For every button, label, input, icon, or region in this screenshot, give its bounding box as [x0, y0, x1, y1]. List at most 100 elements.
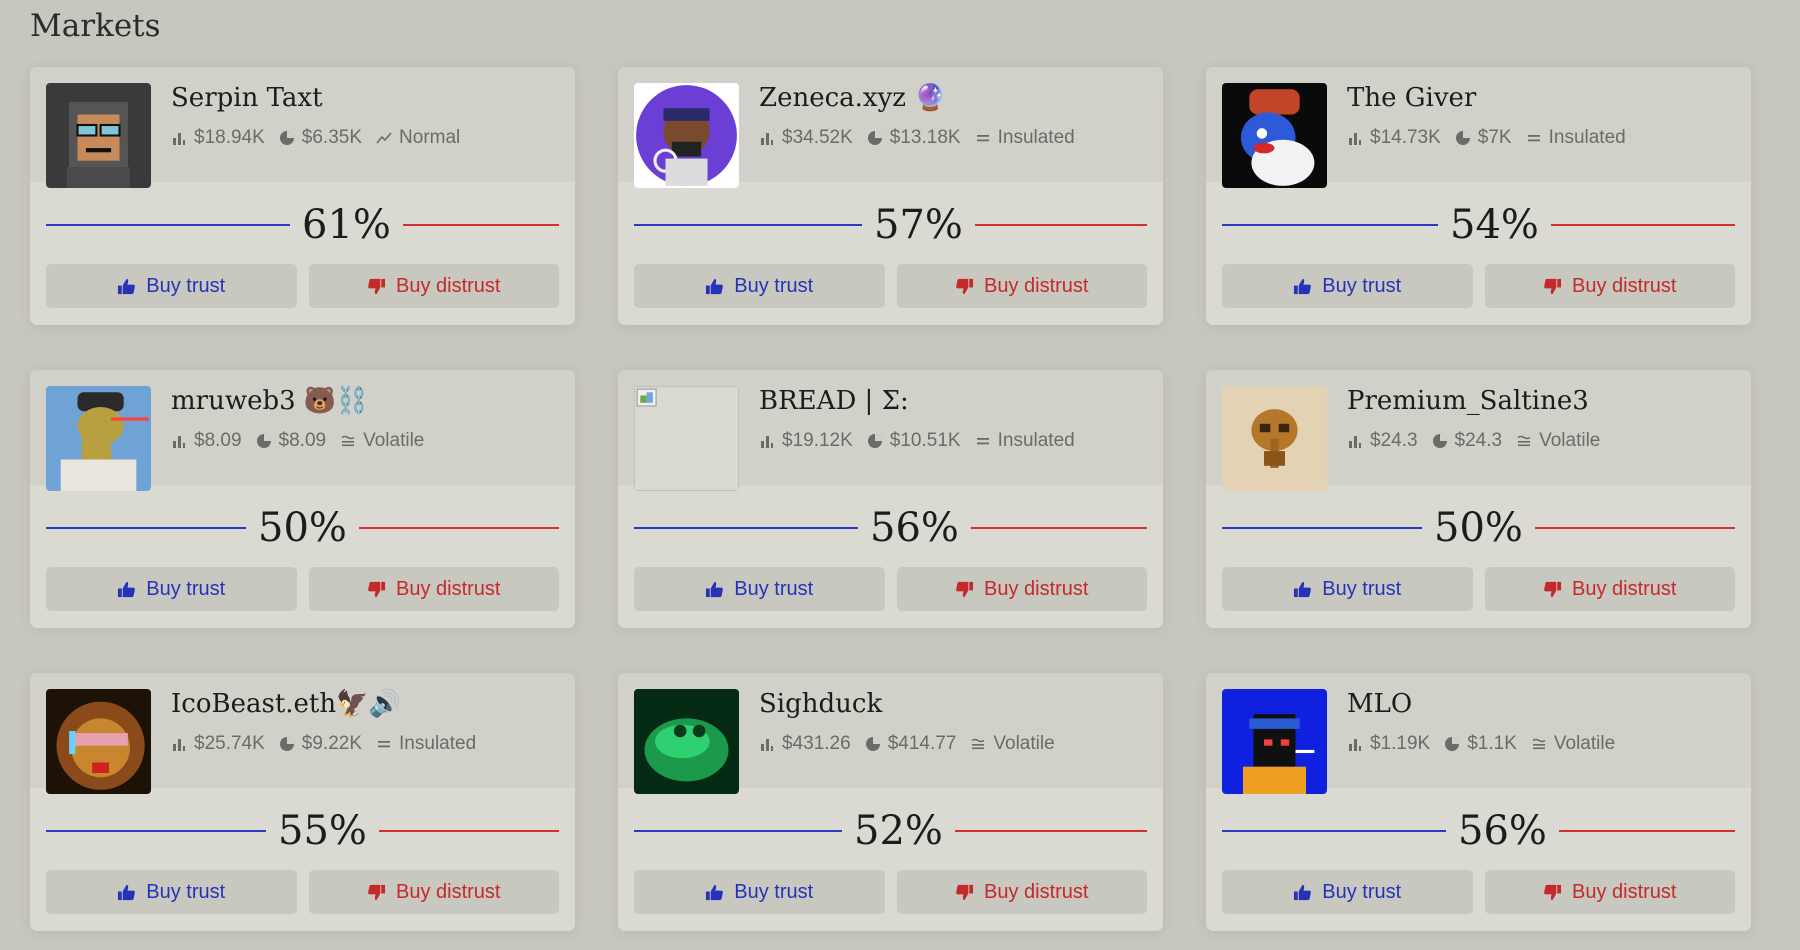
- volume-stat: $8.09: [171, 430, 242, 452]
- trust-percentage: 61%: [302, 202, 391, 248]
- buy-trust-button[interactable]: Buy trust: [46, 870, 297, 914]
- buy-trust-button[interactable]: Buy trust: [1222, 567, 1473, 611]
- market-card[interactable]: Serpin Taxt $18.94K $6.35K Normal 61% Bu…: [30, 67, 575, 325]
- market-card[interactable]: Sighduck $431.26 $414.77 Volatile 52% Bu…: [618, 673, 1163, 931]
- buy-trust-button[interactable]: Buy trust: [46, 264, 297, 308]
- trust-percentage: 56%: [1458, 808, 1547, 854]
- bar-chart-icon: [173, 739, 185, 751]
- buy-distrust-label: Buy distrust: [1572, 577, 1677, 600]
- market-card[interactable]: Zeneca.xyz 🔮 $34.52K $13.18K Insulated 5…: [618, 67, 1163, 325]
- equals-icon: [976, 135, 989, 142]
- volume-stat: $14.73K: [1347, 127, 1441, 149]
- buy-trust-button[interactable]: Buy trust: [1222, 870, 1473, 914]
- market-name: MLO: [1347, 689, 1413, 719]
- pie-icon: [1455, 131, 1470, 145]
- market-name: Serpin Taxt: [171, 83, 323, 113]
- volume-stat: $25.74K: [171, 733, 265, 755]
- volume-value: $34.52K: [782, 127, 853, 148]
- trust-line: [1222, 830, 1446, 832]
- market-stats: $19.12K $10.51K Insulated: [759, 430, 1089, 452]
- avatar[interactable]: [634, 689, 739, 794]
- marketcap-value: $9.22K: [301, 733, 363, 754]
- markets-grid: Serpin Taxt $18.94K $6.35K Normal 61% Bu…: [30, 67, 1751, 931]
- risk-label: Volatile: [993, 733, 1055, 754]
- buy-trust-button[interactable]: Buy trust: [1222, 264, 1473, 308]
- thumbs-down-icon: [956, 581, 974, 597]
- avatar[interactable]: [46, 386, 151, 491]
- thumbs-down-icon: [956, 884, 974, 900]
- trust-percentage: 52%: [854, 808, 943, 854]
- market-card[interactable]: The Giver $14.73K $7K Insulated 54% Buy …: [1206, 67, 1751, 325]
- buy-distrust-button[interactable]: Buy distrust: [896, 567, 1147, 611]
- volume-value: $14.73K: [1370, 127, 1441, 148]
- market-card[interactable]: IcoBeast.eth🦅🔊 $25.74K $9.22K Insulated …: [30, 673, 575, 931]
- buy-distrust-button[interactable]: Buy distrust: [896, 870, 1147, 914]
- volume-value: $431.26: [782, 733, 851, 754]
- distrust-line: [1558, 830, 1735, 832]
- buy-trust-button[interactable]: Buy trust: [634, 870, 885, 914]
- pie-icon: [867, 131, 882, 145]
- trust-percentage: 54%: [1450, 202, 1539, 248]
- marketcap-value: $13.18K: [889, 127, 961, 148]
- avatar[interactable]: [1222, 386, 1327, 491]
- buy-distrust-button[interactable]: Buy distrust: [896, 264, 1147, 308]
- avatar[interactable]: [634, 83, 739, 188]
- buy-trust-button[interactable]: Buy trust: [634, 567, 885, 611]
- equals-icon: [1527, 135, 1540, 142]
- marketcap-value: $1.1K: [1467, 733, 1517, 754]
- market-card[interactable]: mruweb3 🐻⛓️ $8.09 $8.09 Volatile 50% Buy…: [30, 370, 575, 628]
- page-title: Markets: [30, 8, 161, 44]
- market-card[interactable]: Premium_Saltine3 $24.3 $24.3 Volatile 50…: [1206, 370, 1751, 628]
- marketcap-value: $6.35K: [301, 127, 363, 148]
- avatar[interactable]: [46, 689, 151, 794]
- trust-bar: 57%: [634, 201, 1147, 249]
- market-card[interactable]: BREAD | Σ: $19.12K $10.51K Insulated 56%…: [618, 370, 1163, 628]
- trend-icon: [376, 132, 392, 144]
- risk-stat: Volatile: [1516, 430, 1600, 452]
- market-name: Premium_Saltine3: [1347, 386, 1589, 416]
- approx-icon: [1532, 738, 1546, 750]
- buy-distrust-button[interactable]: Buy distrust: [1484, 264, 1735, 308]
- buy-distrust-button[interactable]: Buy distrust: [1484, 567, 1735, 611]
- bar-chart-icon: [1349, 133, 1361, 145]
- bar-chart-icon: [1349, 436, 1361, 448]
- risk-stat: Insulated: [1526, 127, 1626, 149]
- trust-percentage: 56%: [870, 505, 959, 551]
- bar-chart-icon: [173, 133, 185, 145]
- buy-trust-button[interactable]: Buy trust: [634, 264, 885, 308]
- avatar[interactable]: [1222, 83, 1327, 188]
- buy-distrust-button[interactable]: Buy distrust: [1484, 870, 1735, 914]
- buy-distrust-button[interactable]: Buy distrust: [308, 264, 559, 308]
- risk-label: Insulated: [997, 127, 1075, 148]
- thumbs-up-icon: [1294, 581, 1312, 597]
- volume-stat: $19.12K: [759, 430, 853, 452]
- trust-line: [634, 527, 858, 529]
- market-card[interactable]: MLO $1.19K $1.1K Volatile 56% Buy trust …: [1206, 673, 1751, 931]
- risk-label: Normal: [399, 127, 461, 148]
- market-stats: $24.3 $24.3 Volatile: [1347, 430, 1614, 452]
- pie-icon: [867, 434, 882, 448]
- buy-distrust-label: Buy distrust: [984, 577, 1089, 600]
- avatar[interactable]: [634, 386, 739, 491]
- avatar[interactable]: [46, 83, 151, 188]
- buy-trust-label: Buy trust: [1322, 577, 1402, 600]
- trust-percentage: 57%: [874, 202, 963, 248]
- buy-trust-label: Buy trust: [146, 274, 226, 297]
- pie-icon: [1445, 737, 1460, 751]
- volume-stat: $1.19K: [1347, 733, 1430, 755]
- buy-trust-label: Buy trust: [1322, 274, 1402, 297]
- market-name: mruweb3 🐻⛓️: [171, 386, 369, 416]
- volume-value: $18.94K: [194, 127, 265, 148]
- trust-line: [634, 830, 842, 832]
- buy-distrust-button[interactable]: Buy distrust: [308, 870, 559, 914]
- trust-bar: 56%: [1222, 807, 1735, 855]
- market-stats: $1.19K $1.1K Volatile: [1347, 733, 1629, 755]
- distrust-line: [1534, 527, 1735, 529]
- approx-icon: [971, 738, 985, 750]
- buy-distrust-button[interactable]: Buy distrust: [308, 567, 559, 611]
- thumbs-up-icon: [118, 884, 136, 900]
- avatar[interactable]: [1222, 689, 1327, 794]
- marketcap-stat: $13.18K: [867, 127, 961, 149]
- thumbs-up-icon: [706, 581, 724, 597]
- buy-trust-button[interactable]: Buy trust: [46, 567, 297, 611]
